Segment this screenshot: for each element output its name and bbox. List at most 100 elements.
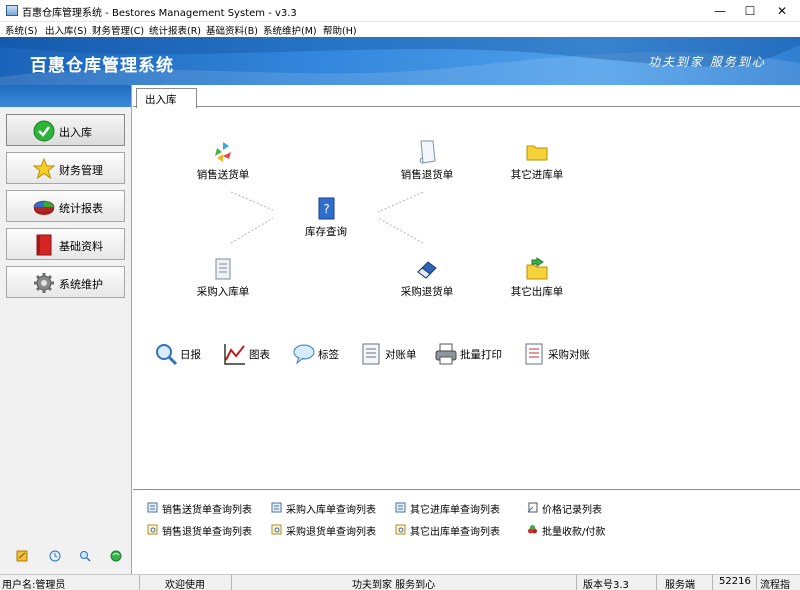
- main-panel: 出入库 销售送货单 销售退货单 其它进库单 ? 库存查询 采购入库单 采购退货单…: [133, 85, 800, 574]
- clock-icon[interactable]: [49, 550, 61, 562]
- daily-report-tool[interactable]: 日报: [154, 342, 206, 368]
- nav-reports-label: 统计报表: [59, 202, 103, 215]
- query-price-record-list[interactable]: 价格记录列表: [527, 501, 623, 516]
- nav-maintenance-label: 系统维护: [59, 278, 103, 291]
- query-other-out-label: 其它出库单查询列表: [410, 527, 500, 538]
- app-icon: [6, 5, 18, 16]
- nav-basic-data-button[interactable]: 基础资料: [6, 228, 125, 260]
- svg-text:?: ?: [323, 202, 329, 216]
- menu-reports[interactable]: 统计报表(R): [149, 23, 201, 37]
- report-sheet-icon: [525, 343, 543, 365]
- query-sales-delivery-label: 销售送货单查询列表: [162, 505, 252, 516]
- menu-inout[interactable]: 出入库(S): [45, 23, 87, 37]
- window-title: 百惠仓库管理系统 - Bestores Management System - …: [22, 8, 297, 19]
- pie-chart-icon: [33, 200, 55, 215]
- inventory-query-item[interactable]: ? 库存查询: [300, 196, 352, 239]
- status-user: 用户名:管理员: [2, 580, 66, 590]
- status-motto: 功夫到家 服务到心: [352, 580, 436, 590]
- berries-icon: [528, 525, 537, 534]
- sales-return-item[interactable]: 销售退货单: [397, 139, 457, 182]
- batch-payment-link[interactable]: 批量收款/付款: [527, 523, 623, 538]
- menu-help[interactable]: 帮助(H): [323, 23, 357, 37]
- chart-tool[interactable]: 图表: [223, 342, 275, 368]
- purchase-recon-tool[interactable]: 采购对账: [522, 342, 598, 368]
- line-chart-icon: [224, 344, 245, 365]
- sales-delivery-item[interactable]: 销售送货单: [193, 139, 253, 182]
- status-welcome-cell: 欢迎使用: [140, 575, 232, 590]
- status-mode: 服务端: [665, 580, 695, 590]
- query-other-in-list[interactable]: 其它进库单查询列表: [395, 501, 513, 516]
- speech-bubble-icon: [293, 344, 315, 365]
- purchase-return-item[interactable]: 采购退货单: [397, 256, 457, 299]
- header-banner: 百惠仓库管理系统 功夫到家 服务到心: [0, 37, 800, 85]
- status-port-cell: 52216: [713, 575, 757, 590]
- query-purchase-in-label: 采购入库单查询列表: [286, 505, 376, 516]
- label-tool[interactable]: 标签: [292, 342, 344, 368]
- nav-inout-button[interactable]: 出入库: [6, 114, 125, 146]
- nav-reports-button[interactable]: 统计报表: [6, 190, 125, 222]
- other-out-label: 其它出库单: [510, 286, 564, 298]
- menu-finance[interactable]: 财务管理(C): [92, 23, 144, 37]
- search-doc-icon: [147, 524, 158, 535]
- purchase-recon-label: 采购对账: [548, 349, 590, 361]
- nav-maintenance-button[interactable]: 系统维护: [6, 266, 125, 298]
- menu-basic-data[interactable]: 基础资料(B): [206, 23, 258, 37]
- label-label: 标签: [318, 349, 339, 361]
- other-in-label: 其它进库单: [510, 169, 564, 181]
- list-doc-icon: [395, 502, 406, 513]
- daily-report-label: 日报: [180, 349, 201, 361]
- purchase-in-item[interactable]: 采购入库单: [193, 256, 253, 299]
- status-version-cell: 版本号3.3: [577, 575, 657, 590]
- magnifier-icon: [156, 344, 178, 366]
- nav-finance-button[interactable]: 财务管理: [6, 152, 125, 184]
- recycle-arrows-icon: [215, 142, 231, 162]
- note-icon[interactable]: [16, 550, 28, 562]
- batch-print-label: 批量打印: [460, 349, 502, 361]
- status-user-cell: 用户名:管理员: [0, 575, 140, 590]
- other-in-item[interactable]: 其它进库单: [507, 139, 567, 182]
- eraser-icon: [417, 261, 437, 279]
- status-bar: 用户名:管理员 欢迎使用 功夫到家 服务到心 版本号3.3 服务端 52216 …: [0, 574, 800, 590]
- query-purchase-return-label: 采购退货单查询列表: [286, 527, 376, 538]
- ledger-icon: [362, 343, 380, 365]
- statement-tool[interactable]: 对账单: [359, 342, 423, 368]
- query-other-in-label: 其它进库单查询列表: [410, 505, 500, 516]
- query-sales-return-label: 销售退货单查询列表: [162, 527, 252, 538]
- query-purchase-in-list[interactable]: 采购入库单查询列表: [271, 501, 389, 516]
- star-icon: [33, 158, 55, 180]
- gear-icon: [34, 273, 54, 293]
- help-book-icon: ?: [318, 197, 335, 220]
- magnifier-icon[interactable]: [79, 550, 91, 562]
- batch-print-tool[interactable]: 批量打印: [434, 342, 510, 368]
- chart-label: 图表: [249, 349, 270, 361]
- status-motto-cell: 功夫到家 服务到心: [232, 575, 577, 590]
- query-other-out-list[interactable]: 其它出库单查询列表: [395, 523, 513, 538]
- price-doc-icon: [527, 502, 538, 513]
- search-doc-icon: [271, 524, 282, 535]
- status-flow-cell: 流程指: [757, 575, 800, 590]
- globe-icon[interactable]: [110, 550, 122, 562]
- folder-icon: [526, 145, 548, 161]
- query-list-panel: 销售送货单查询列表 采购入库单查询列表 其它进库单查询列表 价格记录列表 销售退…: [133, 489, 800, 574]
- scroll-document-icon: [419, 140, 436, 164]
- banner-slogan: 功夫到家 服务到心: [648, 55, 766, 69]
- query-sales-delivery-list[interactable]: 销售送货单查询列表: [147, 501, 265, 516]
- query-purchase-return-list[interactable]: 采购退货单查询列表: [271, 523, 389, 538]
- query-sales-return-list[interactable]: 销售退货单查询列表: [147, 523, 265, 538]
- list-doc-icon: [147, 502, 158, 513]
- other-out-item[interactable]: 其它出库单: [507, 256, 567, 299]
- check-circle-icon: [33, 120, 55, 142]
- sales-return-label: 销售退货单: [400, 169, 454, 181]
- menu-system[interactable]: 系统(S): [5, 23, 37, 37]
- inventory-query-label: 库存查询: [305, 226, 347, 238]
- batch-payment-label: 批量收款/付款: [542, 527, 606, 538]
- nav-basic-data-label: 基础资料: [59, 240, 103, 253]
- printer-icon: [435, 343, 457, 365]
- close-button[interactable]: ✕: [762, 0, 800, 22]
- folder-arrow-icon: [526, 257, 548, 280]
- menu-maintenance[interactable]: 系统维护(M): [263, 23, 317, 37]
- title-bar: 百惠仓库管理系统 - Bestores Management System - …: [0, 0, 800, 22]
- search-doc-icon: [395, 524, 406, 535]
- app-title: 百惠仓库管理系统: [30, 56, 174, 76]
- nav-inout-label: 出入库: [59, 126, 92, 139]
